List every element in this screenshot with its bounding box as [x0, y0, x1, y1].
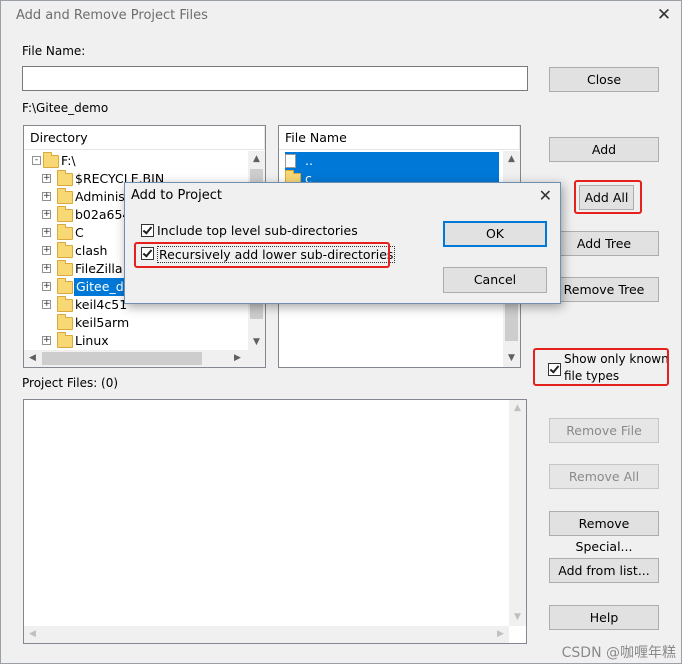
file-list-item-label: ..	[305, 153, 313, 168]
file-icon	[285, 154, 296, 168]
file-name-header-label: File Name	[285, 130, 347, 145]
add-remove-files-window: Add and Remove Project Files ✕ File Name…	[0, 0, 682, 664]
file-name-input[interactable]	[22, 66, 528, 91]
include-top-level-checkbox[interactable]	[141, 224, 154, 237]
folder-icon	[57, 170, 73, 186]
add-button[interactable]: Add	[549, 137, 659, 162]
project-files-list[interactable]: ▲ ▼ ◀ ▶	[23, 399, 527, 644]
help-button[interactable]: Help	[549, 605, 659, 630]
remove-tree-button[interactable]: Remove Tree	[549, 277, 659, 302]
dialog-close-icon[interactable]: ✕	[539, 186, 552, 205]
current-path: F:\Gitee_demo	[22, 101, 109, 115]
dialog-ok-button[interactable]: OK	[443, 221, 547, 247]
add-tree-button[interactable]: Add Tree	[549, 231, 659, 256]
checkmark-icon	[549, 363, 560, 374]
directory-header-label: Directory	[30, 130, 88, 145]
collapse-icon[interactable]: -	[32, 156, 41, 165]
scroll-up-arrow-icon[interactable]: ▲	[248, 151, 265, 168]
file-name-column-header[interactable]: File Name	[279, 126, 520, 150]
add-all-button[interactable]: Add All	[579, 185, 634, 210]
tree-item[interactable]: keil5arm	[24, 314, 244, 332]
file-list-item[interactable]: ..	[285, 152, 499, 170]
tree-item-label: Linux	[75, 333, 109, 348]
header-separator	[264, 126, 265, 150]
project-files-vertical-scrollbar[interactable]: ▲ ▼	[509, 400, 526, 626]
scroll-down-arrow-icon[interactable]: ▼	[509, 609, 526, 626]
close-button[interactable]: Close	[549, 67, 659, 92]
expand-icon[interactable]: +	[42, 210, 51, 219]
expand-icon[interactable]: +	[42, 246, 51, 255]
remove-special-button[interactable]: Remove Special...	[549, 511, 659, 554]
expand-icon[interactable]: +	[42, 192, 51, 201]
expand-icon[interactable]: +	[42, 264, 51, 273]
directory-horizontal-scrollbar[interactable]: ◀ ▶	[24, 350, 265, 367]
show-known-types-label-line1[interactable]: Show only known	[564, 352, 669, 366]
project-files-label: Project Files: (0)	[22, 376, 119, 390]
dialog-cancel-button[interactable]: Cancel	[443, 267, 547, 293]
expand-icon[interactable]: +	[42, 282, 51, 291]
scroll-right-arrow-icon[interactable]: ▶	[229, 350, 246, 367]
folder-icon	[57, 188, 73, 204]
tree-item-label: C	[75, 225, 84, 240]
project-files-horizontal-scrollbar[interactable]: ◀ ▶	[24, 626, 509, 643]
remove-file-button[interactable]: Remove File	[549, 418, 659, 443]
file-name-label: File Name:	[22, 44, 86, 58]
checkmark-icon	[142, 247, 153, 258]
folder-icon	[57, 314, 73, 330]
watermark: CSDN @咖喱年糕	[561, 645, 676, 661]
folder-icon	[57, 278, 73, 294]
recursive-label[interactable]: Recursively add lower sub-directories	[157, 246, 396, 263]
scroll-left-arrow-icon[interactable]: ◀	[24, 626, 41, 643]
show-known-types-checkbox[interactable]	[548, 363, 561, 376]
tree-item-root[interactable]: - F:\	[24, 152, 244, 170]
recursive-checkbox[interactable]	[141, 247, 154, 260]
tree-item-label: Administ	[75, 189, 130, 204]
folder-icon	[57, 260, 73, 276]
expand-icon[interactable]: +	[42, 336, 51, 345]
tree-item-label: F:\	[61, 153, 76, 168]
window-close-icon[interactable]: ✕	[653, 5, 675, 25]
include-top-level-label[interactable]: Include top level sub-directories	[157, 223, 358, 238]
scroll-down-arrow-icon[interactable]: ▼	[248, 334, 265, 351]
folder-icon	[57, 332, 73, 348]
scroll-right-arrow-icon[interactable]: ▶	[492, 626, 509, 643]
folder-icon	[57, 242, 73, 258]
folder-icon	[57, 206, 73, 222]
expand-icon[interactable]: +	[42, 174, 51, 183]
directory-column-header[interactable]: Directory	[24, 126, 265, 150]
folder-icon	[57, 296, 73, 312]
folder-icon	[57, 224, 73, 240]
scroll-up-arrow-icon[interactable]: ▲	[503, 151, 520, 168]
add-to-project-dialog: Add to Project ✕ Include top level sub-d…	[124, 182, 561, 304]
tree-item-label: clash	[75, 243, 108, 258]
header-separator	[519, 126, 520, 150]
tree-item-label: keil4c51	[75, 297, 128, 312]
tree-item-label: FileZilla	[75, 261, 123, 276]
window-title: Add and Remove Project Files	[16, 8, 208, 23]
scroll-down-arrow-icon[interactable]: ▼	[503, 350, 520, 367]
expand-icon[interactable]: +	[42, 228, 51, 237]
scroll-thumb[interactable]	[42, 352, 202, 365]
add-from-list-button[interactable]: Add from list...	[549, 558, 659, 583]
expand-icon[interactable]: +	[42, 300, 51, 309]
checkmark-icon	[142, 224, 153, 235]
remove-all-button[interactable]: Remove All	[549, 464, 659, 489]
scroll-up-arrow-icon[interactable]: ▲	[509, 400, 526, 417]
scroll-left-arrow-icon[interactable]: ◀	[24, 350, 41, 367]
tree-item-label: keil5arm	[75, 315, 130, 330]
show-known-types-label-line2[interactable]: file types	[564, 369, 619, 383]
tree-item[interactable]: + Linux	[24, 332, 244, 350]
dialog-title: Add to Project	[131, 188, 222, 203]
folder-icon	[43, 152, 59, 168]
